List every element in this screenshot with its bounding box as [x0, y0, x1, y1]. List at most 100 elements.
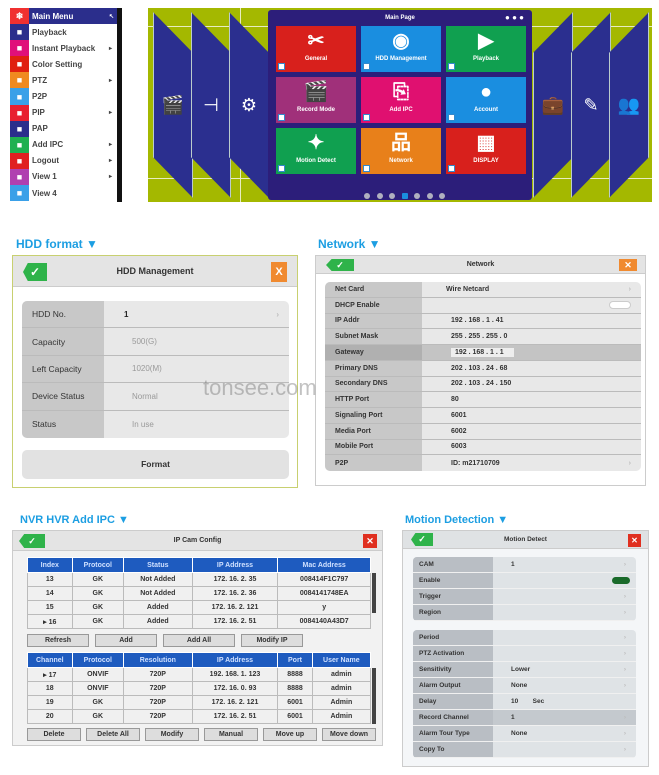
hdd-icon[interactable]: ⊣ [191, 12, 231, 198]
motion-row[interactable]: Enable [413, 573, 636, 589]
tile-network[interactable]: 品 Network [361, 128, 441, 174]
network-row[interactable]: P2P ID: m21710709 › [325, 455, 641, 471]
tile-motion-detect[interactable]: ✦ Motion Detect [276, 128, 356, 174]
motion-row[interactable]: Region › [413, 605, 636, 621]
tile-display[interactable]: ▦ DISPLAY [446, 128, 526, 174]
ipc-button-delete-all[interactable]: Delete All [86, 728, 140, 741]
motion-row[interactable]: Copy To › [413, 742, 636, 758]
value-text[interactable]: 6003 [451, 443, 467, 450]
edit-icon[interactable]: ✎ [571, 12, 611, 198]
ipc-button-modify[interactable]: Modify [145, 728, 199, 741]
network-row[interactable]: Primary DNS 202 . 103 . 24 . 68 [325, 360, 641, 377]
table-row[interactable]: ▸ 17 ONVIF 720P 192. 168. 1. 123 8888 admin [27, 667, 372, 682]
record-icon[interactable]: 🎬 [153, 12, 193, 198]
menu-item[interactable]: ■ Logout ▸ [10, 152, 117, 169]
value-text[interactable]: 255 . 255 . 255 . 0 [451, 333, 507, 340]
close-button[interactable]: ✕ [619, 259, 637, 271]
motion-row[interactable]: Delay 10 Sec [413, 694, 636, 710]
network-row[interactable]: Subnet Mask 255 . 255 . 255 . 0 [325, 329, 641, 345]
tile-account[interactable]: ● Account [446, 77, 526, 123]
menu-item[interactable]: ■ Add IPC ▸ [10, 136, 117, 153]
hdd-row[interactable]: HDD No. 1 › [22, 301, 289, 329]
value-text[interactable]: 202 . 103 . 24 . 68 [451, 365, 507, 372]
value-text[interactable]: 6001 [451, 412, 467, 419]
menu-item[interactable]: ■ View 4 [10, 185, 117, 202]
table-row[interactable]: 18 ONVIF 720P 172. 16. 0. 93 8888 admin [27, 681, 372, 696]
enable-toggle[interactable] [612, 577, 630, 584]
value-text[interactable]: 6002 [451, 428, 467, 435]
scrollbar[interactable] [372, 668, 376, 724]
network-row[interactable]: Mobile Port 6003 [325, 439, 641, 456]
ipc-button-refresh[interactable]: Refresh [27, 634, 89, 647]
ipc-button-move-down[interactable]: Move down [322, 728, 376, 741]
motion-row[interactable]: CAM 1 › [413, 557, 636, 573]
network-row[interactable]: Gateway 192 . 168 . 1 . 1 [325, 345, 641, 361]
motion-row[interactable]: Alarm Output None › [413, 678, 636, 694]
ipc-button-add-all[interactable]: Add All [163, 634, 235, 647]
value-text[interactable]: 202 . 103 . 24 . 150 [451, 380, 511, 387]
menu-item[interactable]: ■ Color Setting [10, 56, 117, 73]
tile-playback[interactable]: ▶ Playback [446, 26, 526, 72]
ipc-button-add[interactable]: Add [95, 634, 157, 647]
confirm-button[interactable]: ✓ [326, 259, 354, 271]
window-controls[interactable]: ● ● ● [505, 13, 524, 22]
ipc-button-manual[interactable]: Manual [204, 728, 258, 741]
network-row[interactable]: Net Card Wire Netcard › [325, 282, 641, 298]
value-text[interactable]: 192 . 168 . 1 . 1 [451, 347, 514, 357]
tile-hdd-management[interactable]: ◉ HDD Management [361, 26, 441, 72]
network-row[interactable]: Secondary DNS 202 . 103 . 24 . 150 [325, 376, 641, 393]
table-row[interactable]: 19 GK 720P 172. 16. 2. 121 6001 Admin [27, 695, 372, 710]
menu-item[interactable]: ■ View 1 ▸ [10, 168, 117, 186]
menu-item[interactable]: ■ PIP ▸ [10, 104, 117, 121]
tile-general[interactable]: ✂ General [276, 26, 356, 72]
motion-row[interactable]: Alarm Tour Type None › [413, 726, 636, 742]
menu-item[interactable]: ■ Instant Playback ▸ [10, 40, 117, 57]
page-indicator[interactable] [389, 193, 395, 199]
network-row[interactable]: Media Port 6002 [325, 423, 641, 440]
page-indicator[interactable] [426, 193, 433, 199]
motion-row[interactable]: Record Channel 1 › [413, 710, 636, 726]
confirm-button[interactable]: ✓ [411, 533, 433, 546]
close-button[interactable]: ✕ [628, 534, 641, 547]
menu-item[interactable]: ■ PAP [10, 120, 117, 137]
menu-item[interactable]: ■ P2P [10, 88, 117, 105]
page-indicator[interactable] [439, 193, 445, 199]
motion-row[interactable]: Sensitivity Lower › [413, 662, 636, 678]
ipc-button-move-up[interactable]: Move up [263, 728, 317, 741]
tile-record-mode[interactable]: 🎬 Record Mode [276, 77, 356, 123]
tile-add-ipc[interactable]: ⎘ Add IPC [361, 77, 441, 123]
bag-icon[interactable]: 💼 [533, 12, 573, 198]
table-row[interactable]: 15 GK Added 172. 16. 2. 121 y [27, 600, 371, 615]
value-text[interactable]: 192 . 168 . 1 . 41 [451, 317, 504, 324]
value-text[interactable]: 80 [451, 396, 459, 403]
network-row[interactable]: HTTP Port 80 [325, 392, 641, 408]
users-icon[interactable]: 👥 [609, 12, 649, 198]
close-button[interactable]: ✕ [363, 534, 377, 548]
close-button[interactable]: X [271, 262, 287, 282]
dhcp-toggle[interactable] [609, 301, 631, 310]
format-button[interactable]: Format [22, 450, 289, 479]
confirm-button[interactable]: ✓ [19, 534, 45, 548]
network-row[interactable]: Signaling Port 6001 [325, 408, 641, 424]
gear-icon[interactable]: ⚙ [229, 12, 269, 198]
menu-item[interactable]: ■ PTZ ▸ [10, 72, 117, 89]
network-row[interactable]: DHCP Enable [325, 297, 641, 314]
table-row[interactable]: 13 GK Not Added 172. 16. 2. 35 008414F1C797 [27, 572, 371, 587]
ipc-button-modify-ip[interactable]: Modify IP [241, 634, 303, 647]
page-indicator[interactable] [401, 193, 408, 199]
ipc-button-delete[interactable]: Delete [27, 728, 81, 741]
menu-item[interactable]: ■ Playback [10, 24, 117, 41]
table-row[interactable]: 14 GK Not Added 172. 16. 2. 36 0084141748EA [27, 586, 371, 601]
page-indicator[interactable] [364, 193, 370, 199]
scrollbar[interactable] [372, 573, 376, 613]
table-row[interactable]: 20 GK 720P 172. 16. 2. 51 6001 Admin [27, 709, 372, 724]
page-indicator[interactable] [376, 193, 383, 199]
page-indicator[interactable] [414, 193, 420, 199]
motion-row[interactable]: Period › [413, 630, 636, 646]
motion-row[interactable]: PTZ Activation › [413, 646, 636, 662]
confirm-button[interactable]: ✓ [23, 263, 47, 281]
row-value: 6001 [422, 408, 641, 423]
motion-row[interactable]: Trigger › [413, 589, 636, 605]
network-row[interactable]: IP Addr 192 . 168 . 1 . 41 [325, 313, 641, 330]
table-row[interactable]: ▸ 16 GK Added 172. 16. 2. 51 0084140A43D7 [27, 614, 371, 629]
